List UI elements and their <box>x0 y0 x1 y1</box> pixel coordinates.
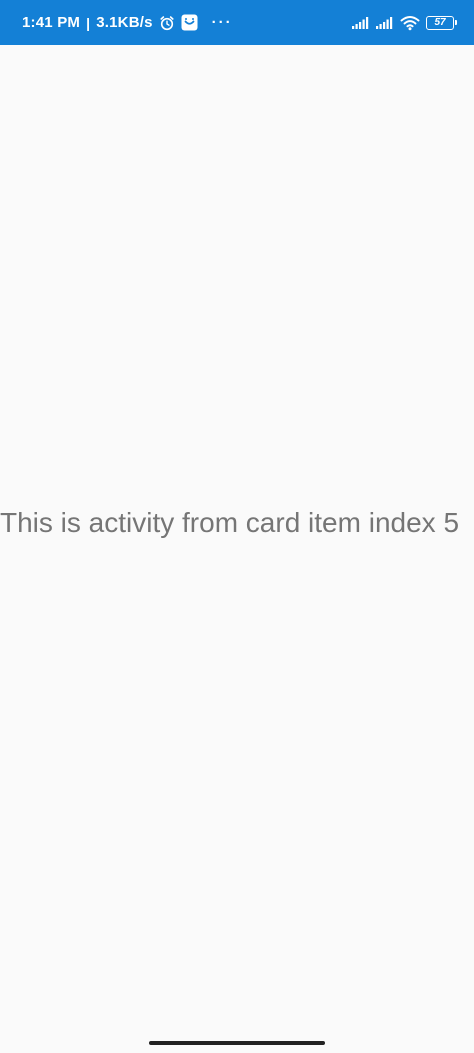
status-separator: | <box>86 14 91 31</box>
network-speed: 3.1KB/s <box>96 14 153 31</box>
wifi-icon <box>400 15 420 31</box>
activity-message: This is activity from card item index 5 <box>0 507 460 538</box>
status-bar: 1:41 PM | 3.1KB/s ··· 57 <box>0 0 474 45</box>
battery-level: 57 <box>434 16 446 28</box>
gesture-nav-handle[interactable] <box>149 1041 325 1045</box>
signal-icon <box>376 16 394 30</box>
alarm-icon <box>159 15 175 31</box>
status-time: 1:41 PM <box>22 14 81 31</box>
more-dots-icon: ··· <box>211 14 233 31</box>
status-bar-left: 1:41 PM | 3.1KB/s ··· <box>22 14 233 31</box>
screen: 1:41 PM | 3.1KB/s ··· 57 This is activit… <box>0 0 474 1053</box>
status-bar-right: 57 <box>352 15 457 31</box>
signal-icon <box>352 16 370 30</box>
app-notification-icon <box>181 14 198 31</box>
battery-icon: 57 <box>426 15 457 30</box>
